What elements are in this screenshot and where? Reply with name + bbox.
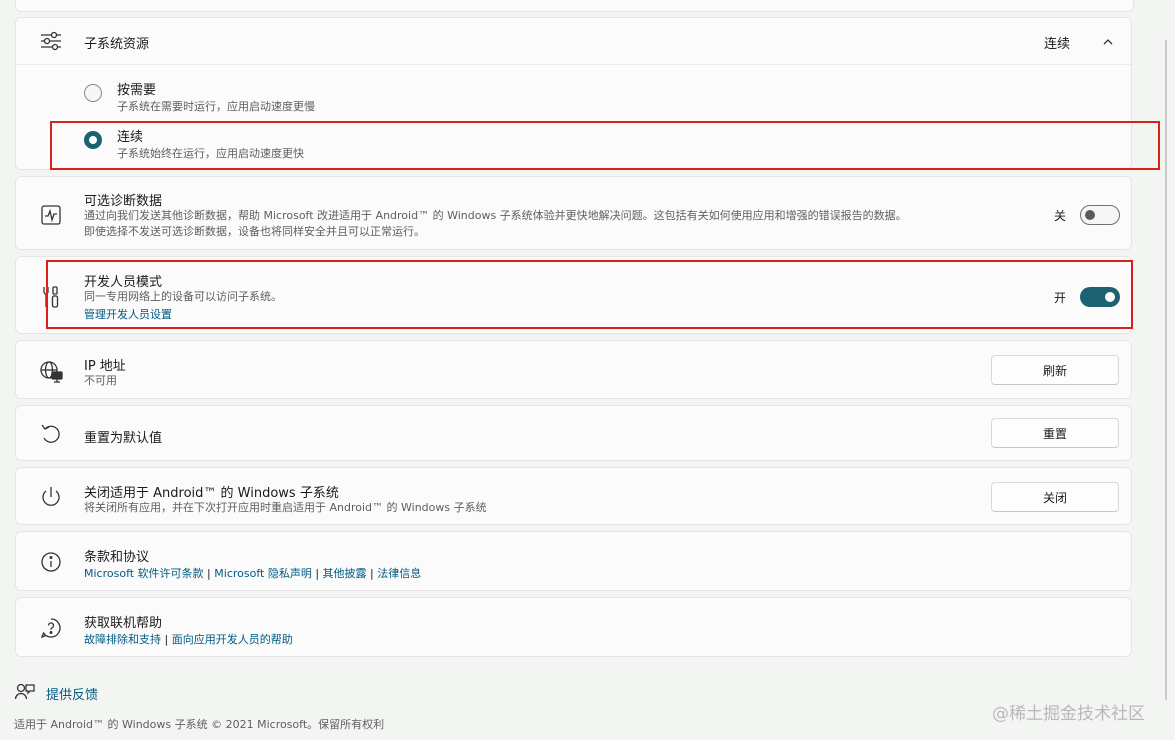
other-disclosures-link[interactable]: 其他披露 <box>323 567 367 580</box>
pulse-icon <box>38 202 64 228</box>
help-icon <box>38 615 64 641</box>
diagnostics-desc-1: 通过向我们发送其他诊断数据，帮助 Microsoft 改进适用于 Android… <box>84 209 907 222</box>
radio-on-demand-desc: 子系统在需要时运行，应用启动速度更慢 <box>117 100 315 113</box>
ip-address-card: IP 地址 不可用 刷新 <box>15 340 1132 399</box>
reset-title: 重置为默认值 <box>84 431 163 446</box>
info-icon <box>38 549 64 575</box>
diagnostics-state: 关 <box>1054 209 1067 223</box>
diagnostics-card: 可选诊断数据 通过向我们发送其他诊断数据，帮助 Microsoft 改进适用于 … <box>15 176 1132 250</box>
shutdown-desc: 将关闭所有应用，并在下次打开应用时重启适用于 Android™ 的 Window… <box>84 501 487 514</box>
highlight-continuous-option <box>50 121 1160 170</box>
license-terms-link[interactable]: Microsoft 软件许可条款 <box>84 567 204 580</box>
subsystem-resources-header[interactable]: 子系统资源 连续 <box>16 18 1131 64</box>
reset-button[interactable]: 重置 <box>991 418 1119 448</box>
help-title: 获取联机帮助 <box>84 616 163 631</box>
ip-address-value: 不可用 <box>84 374 117 387</box>
feedback-label: 提供反馈 <box>46 687 99 703</box>
chevron-up-icon[interactable] <box>1101 34 1115 48</box>
watermark: @稀土掘金技术社区 <box>992 704 1145 724</box>
subsystem-resources-title: 子系统资源 <box>84 37 150 52</box>
refresh-button[interactable]: 刷新 <box>991 355 1119 385</box>
developer-help-link[interactable]: 面向应用开发人员的帮助 <box>172 633 293 646</box>
subsystem-resources-value: 连续 <box>1044 37 1071 52</box>
header-divider <box>16 64 1131 65</box>
diagnostics-toggle[interactable] <box>1080 205 1120 225</box>
diagnostics-title: 可选诊断数据 <box>84 194 163 209</box>
shutdown-title: 关闭适用于 Android™ 的 Windows 子系统 <box>84 486 339 501</box>
shutdown-button[interactable]: 关闭 <box>991 482 1119 512</box>
privacy-statement-link[interactable]: Microsoft 隐私声明 <box>214 567 312 580</box>
previous-card-edge <box>15 0 1134 12</box>
terms-links: Microsoft 软件许可条款 | Microsoft 隐私声明 | 其他披露… <box>84 567 422 580</box>
terms-title: 条款和协议 <box>84 550 150 565</box>
diagnostics-desc-2: 即使选择不发送可选诊断数据，设备也将同样安全并且可以正常运行。 <box>84 225 425 238</box>
help-card: 获取联机帮助 故障排除和支持 | 面向应用开发人员的帮助 <box>15 597 1132 657</box>
power-icon <box>38 484 64 510</box>
radio-on-demand-label: 按需要 <box>117 83 157 98</box>
copyright-text: 适用于 Android™ 的 Windows 子系统 © 2021 Micros… <box>14 718 385 731</box>
highlight-developer-mode <box>46 260 1133 329</box>
sliders-icon <box>38 28 64 54</box>
ip-address-title: IP 地址 <box>84 359 126 374</box>
terms-card: 条款和协议 Microsoft 软件许可条款 | Microsoft 隐私声明 … <box>15 531 1132 591</box>
feedback-link[interactable]: 提供反馈 <box>14 682 98 704</box>
troubleshooting-link[interactable]: 故障排除和支持 <box>84 633 161 646</box>
shutdown-card: 关闭适用于 Android™ 的 Windows 子系统 将关闭所有应用，并在下… <box>15 467 1132 525</box>
feedback-icon <box>14 682 36 704</box>
help-links: 故障排除和支持 | 面向应用开发人员的帮助 <box>84 633 293 646</box>
radio-on-demand[interactable] <box>84 84 102 102</box>
globe-monitor-icon <box>38 358 64 384</box>
legal-info-link[interactable]: 法律信息 <box>377 567 421 580</box>
undo-icon <box>38 421 64 447</box>
reset-card: 重置为默认值 重置 <box>15 405 1132 461</box>
scrollbar[interactable] <box>1164 40 1168 700</box>
